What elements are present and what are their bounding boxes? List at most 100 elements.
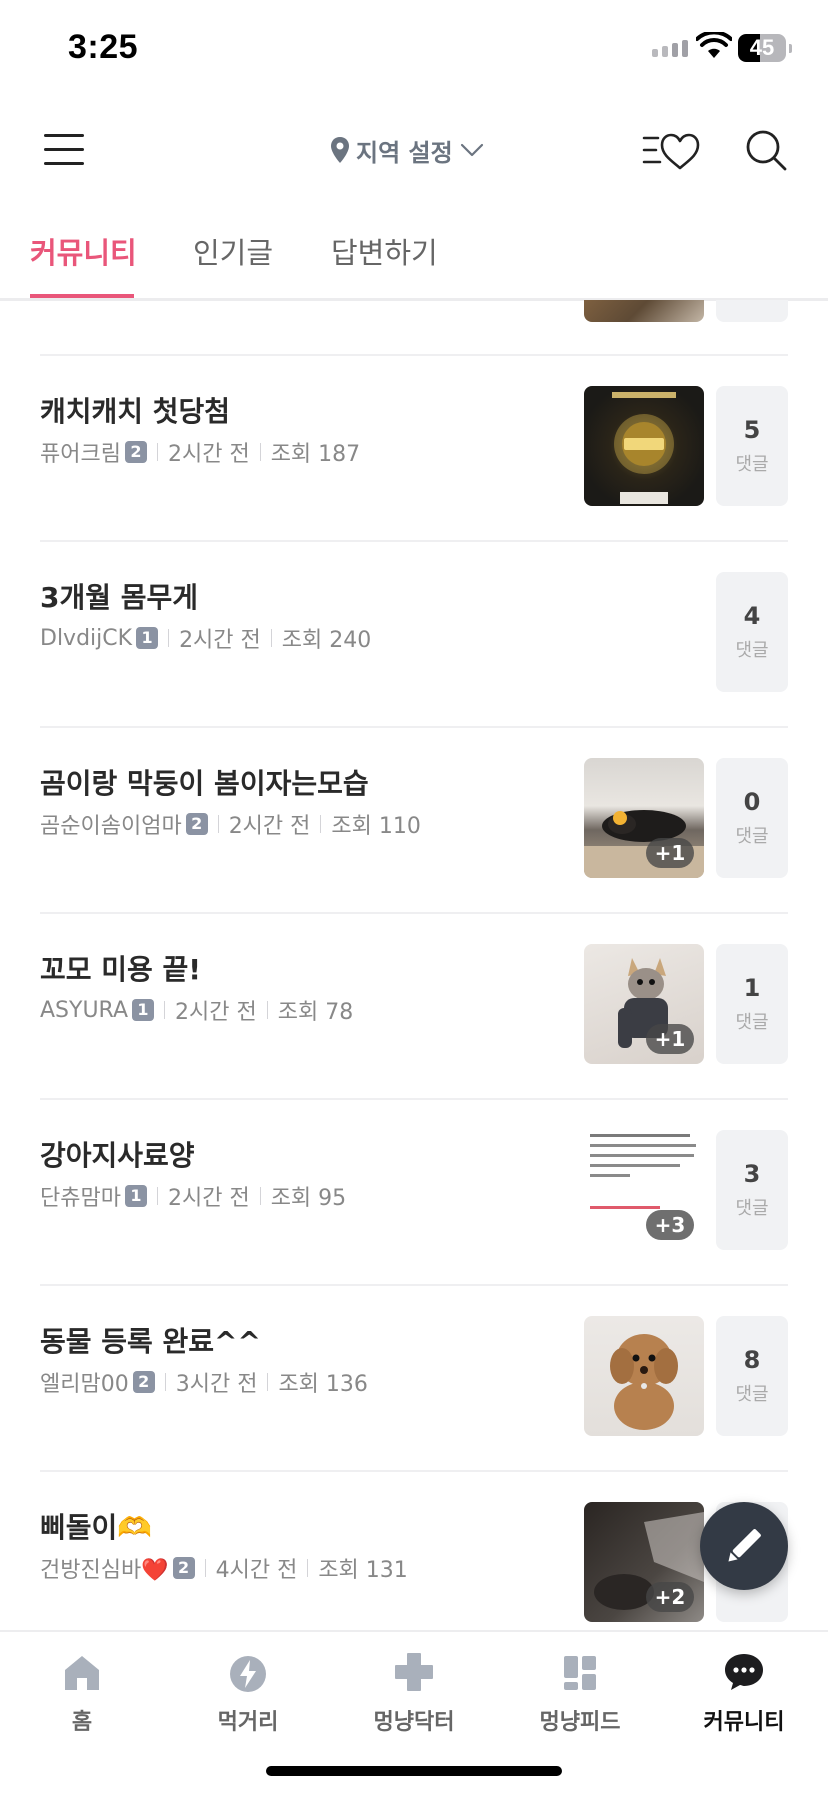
post-author[interactable]: DlvdijCK (40, 626, 132, 651)
list-item[interactable]: 동물 등록 완료^^ 엘리맘00 2 3시간 전 조회 136 8 댓글 (40, 1284, 788, 1470)
level-badge: 2 (185, 813, 208, 835)
post-author[interactable]: 건방진심바❤️ (40, 1552, 169, 1584)
post-thumbnail[interactable] (584, 386, 704, 506)
comment-label: 댓글 (735, 826, 769, 847)
post-views: 조회 110 (331, 814, 421, 839)
comment-label: 댓글 (735, 454, 769, 475)
level-badge: 2 (172, 1557, 195, 1579)
post-title[interactable]: 캐치캐치 첫당첨 (40, 390, 230, 430)
write-post-button[interactable] (700, 1502, 788, 1590)
favorite-list-icon[interactable] (642, 128, 702, 172)
level-badge: 1 (132, 999, 154, 1021)
search-icon[interactable] (744, 128, 788, 172)
battery-level: 45 (749, 35, 775, 60)
post-thumbnail[interactable]: +2 (584, 1502, 704, 1622)
post-meta: 퓨어크림 2 2시간 전 조회 187 (40, 436, 360, 468)
post-views: 조회 131 (318, 1558, 408, 1583)
battery-icon: 45 (738, 34, 786, 62)
post-views: 조회 95 (270, 1186, 347, 1211)
post-title[interactable]: 삐돌이🫶 (40, 1506, 152, 1546)
comment-count: 5 (743, 416, 761, 444)
post-views: 조회 136 (278, 1372, 368, 1397)
post-author[interactable]: ASYURA (40, 998, 128, 1023)
tab-community[interactable]: 커뮤니티 (30, 230, 137, 272)
post-title[interactable]: 강아지사료양 (40, 1134, 195, 1174)
nav-feed[interactable]: 멍냥피드 (520, 1650, 640, 1736)
food-icon (230, 1656, 266, 1692)
nav-label: 먹거리 (217, 1710, 279, 1735)
chevron-down-icon (460, 143, 483, 157)
comment-label: 댓글 (735, 1198, 769, 1219)
comment-count-box: 4 댓글 (716, 572, 788, 692)
post-title[interactable]: 꼬모 미용 끝! (40, 948, 201, 988)
nav-label: 멍냥피드 (539, 1710, 621, 1735)
list-item[interactable]: 3개월 몸무게 DlvdijCK 1 2시간 전 조회 240 4 댓글 (40, 540, 788, 726)
list-item[interactable]: 삐돌이🫶 건방진심바❤️ 2 4시간 전 조회 131 +2 (40, 1470, 788, 1630)
list-item[interactable]: 곰이랑 막둥이 봄이자는모습 곰순이솜이엄마 2 2시간 전 조회 110 +1… (40, 726, 788, 912)
post-meta: 건방진심바❤️ 2 4시간 전 조회 131 (40, 1552, 408, 1584)
status-bar: 3:25 45 (0, 0, 828, 100)
nav-food[interactable]: 먹거리 (188, 1650, 308, 1736)
list-item[interactable]: 강아지사료양 단츄맘마 1 2시간 전 조회 95 +3 3 댓글 (40, 1098, 788, 1284)
post-author[interactable]: 엘리맘00 (40, 1366, 129, 1398)
tab-popular[interactable]: 인기글 (193, 230, 273, 272)
pencil-icon (728, 1529, 761, 1562)
comment-count-box (716, 300, 788, 322)
comment-count-box: 0 댓글 (716, 758, 788, 878)
post-time: 2시간 전 (167, 1186, 250, 1211)
post-time: 2시간 전 (179, 628, 261, 653)
battery-tip (789, 44, 792, 53)
comment-label: 댓글 (735, 1384, 769, 1405)
cellular-signal-icon (652, 40, 688, 57)
comment-count: 1 (743, 974, 761, 1002)
post-author[interactable]: 단츄맘마 (40, 1180, 121, 1212)
gold-bar-image (612, 392, 676, 504)
hamburger-menu-icon[interactable] (44, 132, 84, 168)
divider (40, 912, 788, 914)
post-title[interactable]: 곰이랑 막둥이 봄이자는모습 (40, 762, 369, 802)
post-time: 3시간 전 (175, 1372, 258, 1397)
post-meta: 엘리맘00 2 3시간 전 조회 136 (40, 1366, 368, 1398)
list-item[interactable]: 캐치캐치 첫당첨 퓨어크림 2 2시간 전 조회 187 5 댓글 (40, 354, 788, 540)
tab-answer[interactable]: 답변하기 (331, 230, 438, 272)
post-thumbnail[interactable]: +1 (584, 944, 704, 1064)
comment-count: 3 (743, 1160, 761, 1188)
post-views: 조회 78 (277, 1000, 354, 1025)
tab-bar: 커뮤니티 인기글 답변하기 (0, 200, 828, 301)
nav-home[interactable]: 홈 (22, 1650, 142, 1736)
divider (40, 1284, 788, 1286)
app-header: 지역 설정 (0, 100, 828, 200)
region-selector[interactable]: 지역 설정 (330, 130, 485, 170)
comment-count: 0 (743, 788, 761, 816)
post-thumbnail[interactable] (584, 300, 704, 322)
wifi-icon (696, 32, 732, 58)
extra-images-badge: +1 (646, 1024, 694, 1054)
comment-label: 댓글 (735, 640, 769, 661)
home-indicator (266, 1766, 562, 1776)
comment-count: 8 (743, 1346, 761, 1374)
list-item[interactable]: 꼬모 미용 끝! ASYURA 1 2시간 전 조회 78 +1 1 댓글 (40, 912, 788, 1098)
post-meta: DlvdijCK 1 2시간 전 조회 240 (40, 622, 371, 654)
comment-count-box: 5 댓글 (716, 386, 788, 506)
poodle-image (610, 1334, 678, 1430)
post-thumbnail[interactable] (584, 1316, 704, 1436)
post-thumbnail[interactable]: +3 (584, 1130, 704, 1250)
post-thumbnail[interactable]: +1 (584, 758, 704, 878)
home-icon (65, 1656, 99, 1690)
active-tab-indicator (30, 294, 134, 298)
nav-doctor[interactable]: 멍냥닥터 (354, 1650, 474, 1736)
post-meta: 곰순이솜이엄마 2 2시간 전 조회 110 (40, 808, 421, 840)
nav-community[interactable]: 커뮤니티 (684, 1650, 804, 1736)
post-title[interactable]: 동물 등록 완료^^ (40, 1320, 261, 1360)
level-badge: 2 (124, 441, 147, 463)
comment-count-box: 1 댓글 (716, 944, 788, 1064)
post-title[interactable]: 3개월 몸무게 (40, 576, 198, 616)
divider (40, 354, 788, 356)
post-meta: ASYURA 1 2시간 전 조회 78 (40, 994, 353, 1026)
post-author[interactable]: 곰순이솜이엄마 (40, 808, 182, 840)
comment-label: 댓글 (735, 1012, 769, 1033)
post-meta: 단츄맘마 1 2시간 전 조회 95 (40, 1180, 346, 1212)
extra-images-badge: +1 (646, 838, 694, 868)
post-author[interactable]: 퓨어크림 (40, 436, 121, 468)
post-list[interactable]: 캐치캐치 첫당첨 퓨어크림 2 2시간 전 조회 187 5 댓글 3개월 몸무… (0, 300, 828, 1630)
